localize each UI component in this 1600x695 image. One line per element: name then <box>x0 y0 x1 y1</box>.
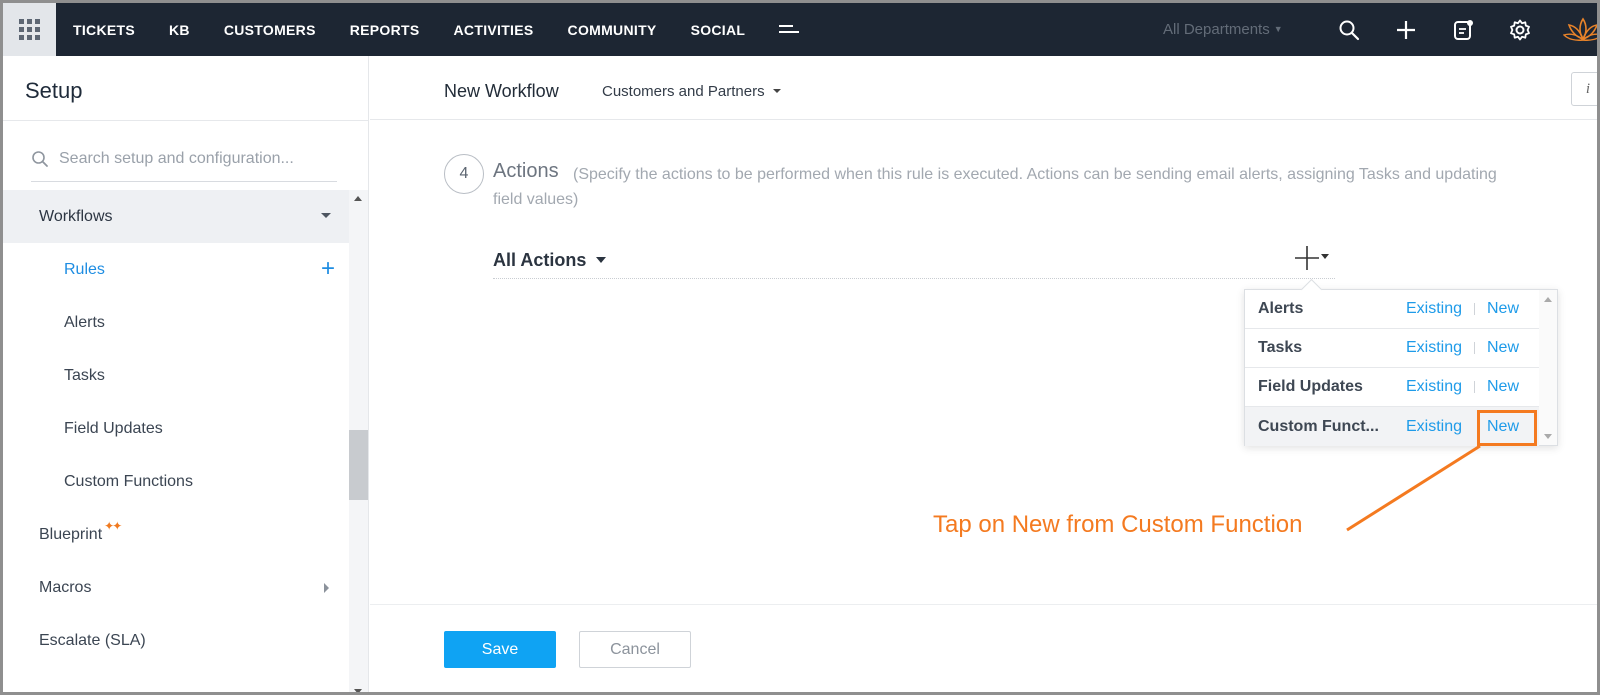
sidebar-item-alerts[interactable]: Alerts <box>3 296 349 349</box>
sidebar-item-blueprint[interactable]: Blueprint ✦✦ <box>3 508 349 561</box>
scroll-up-icon[interactable] <box>354 196 362 201</box>
nav-customers[interactable]: CUSTOMERS <box>224 22 316 38</box>
sidebar-item-label: Blueprint <box>39 525 103 543</box>
sidebar-item-escalate-sla[interactable]: Escalate (SLA) <box>3 614 349 667</box>
sidebar-item-rules[interactable]: Rules + <box>3 243 349 296</box>
app-grid-icon[interactable] <box>3 3 56 56</box>
nav-reports[interactable]: REPORTS <box>350 22 420 38</box>
chevron-down-icon <box>321 213 331 218</box>
app-window: TICKETS KB CUSTOMERS REPORTS ACTIVITIES … <box>0 0 1600 695</box>
nav-social[interactable]: SOCIAL <box>691 22 746 38</box>
setup-sidebar: Setup Workflows Rules + Alerts Tasks <box>3 56 369 692</box>
sidebar-group-workflows[interactable]: Workflows <box>3 190 349 243</box>
annotation-callout-line <box>1346 444 1481 532</box>
sidebar-group-label: Workflows <box>39 207 113 225</box>
nav-community[interactable]: COMMUNITY <box>568 22 657 38</box>
sidebar-item-macros[interactable]: Macros <box>3 561 349 614</box>
add-rule-icon[interactable]: + <box>321 257 335 281</box>
sidebar-item-custom-functions[interactable]: Custom Functions <box>3 455 349 508</box>
sidebar-item-label: Custom Functions <box>64 472 193 490</box>
save-button[interactable]: Save <box>444 631 556 668</box>
sidebar-item-label: Rules <box>64 260 105 278</box>
chevron-right-icon <box>324 583 329 593</box>
sidebar-item-label: Macros <box>39 578 92 596</box>
department-label: All Departments <box>1163 21 1270 38</box>
setup-search-input[interactable] <box>59 144 329 174</box>
more-menu-icon[interactable] <box>779 24 801 36</box>
sidebar-item-field-updates[interactable]: Field Updates <box>3 402 349 455</box>
setup-menu: Workflows Rules + Alerts Tasks Field Upd… <box>3 190 349 667</box>
annotation-callout-text: Tap on New from Custom Function <box>933 511 1303 538</box>
sidebar-title: Setup <box>25 78 83 103</box>
scroll-thumb[interactable] <box>349 430 368 500</box>
scroll-down-icon[interactable] <box>354 689 362 692</box>
notes-icon[interactable] <box>1451 18 1475 42</box>
sidebar-item-label: Alerts <box>64 313 105 331</box>
cancel-button[interactable]: Cancel <box>579 631 691 668</box>
search-icon <box>32 151 48 167</box>
brand-logo[interactable] <box>1563 13 1600 47</box>
plus-icon[interactable] <box>1394 18 1418 42</box>
setup-search <box>31 138 337 182</box>
sidebar-item-label: Tasks <box>64 366 105 384</box>
department-selector[interactable]: All Departments ▼ <box>1163 21 1283 38</box>
sidebar-item-label: Field Updates <box>64 419 163 437</box>
nav-activities[interactable]: ACTIVITIES <box>454 22 534 38</box>
nav-items: TICKETS KB CUSTOMERS REPORTS ACTIVITIES … <box>73 3 801 56</box>
gear-icon[interactable] <box>1508 18 1532 42</box>
search-icon[interactable] <box>1337 18 1361 42</box>
divider <box>3 120 369 121</box>
sparkle-icon: ✦✦ <box>104 518 122 533</box>
chevron-down-icon: ▼ <box>1273 24 1283 34</box>
workflow-editor: New Workflow Customers and Partners i 4 … <box>370 56 1597 692</box>
nav-kb[interactable]: KB <box>169 22 190 38</box>
top-nav: TICKETS KB CUSTOMERS REPORTS ACTIVITIES … <box>3 3 1600 56</box>
editor-footer: Save Cancel <box>370 604 1597 692</box>
nav-tickets[interactable]: TICKETS <box>73 22 135 38</box>
sidebar-item-tasks[interactable]: Tasks <box>3 349 349 402</box>
sidebar-item-label: Escalate (SLA) <box>39 631 146 649</box>
sidebar-scrollbar[interactable] <box>349 190 368 692</box>
